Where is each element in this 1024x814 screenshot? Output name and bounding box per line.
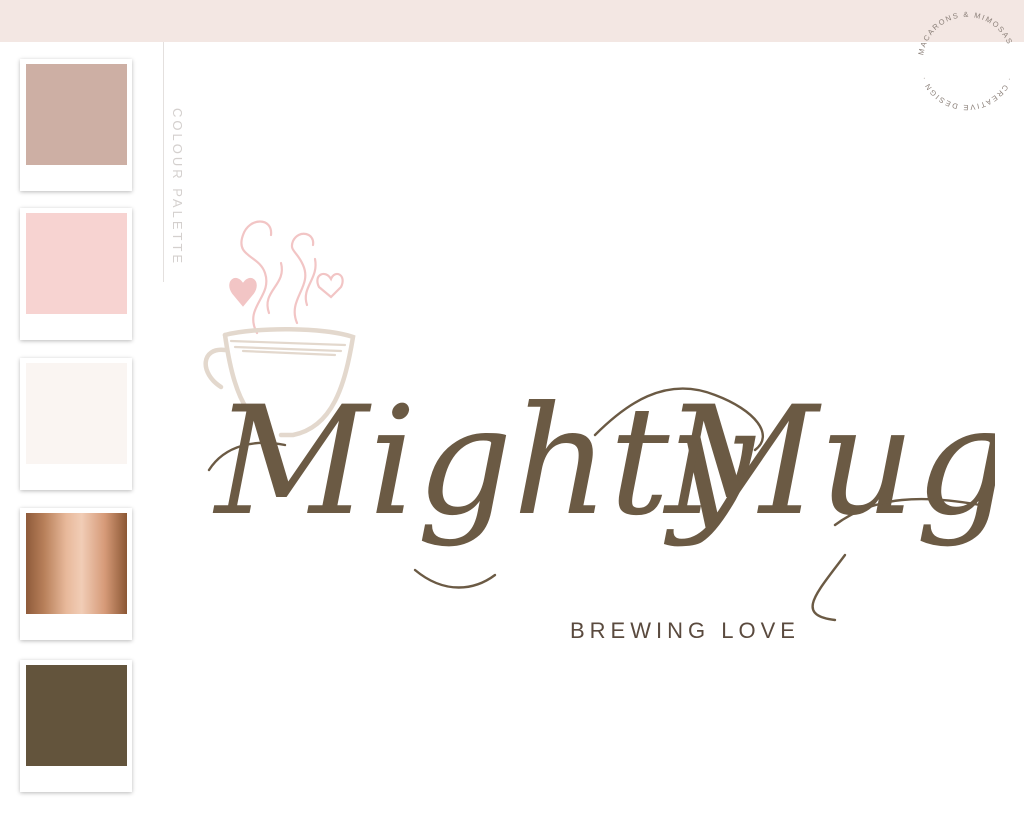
brand-tagline: BREWING LOVE: [570, 618, 800, 643]
swatch-ivory: [26, 363, 127, 464]
stamp-text-top: MACARONS & MIMOSAS: [916, 10, 1013, 56]
swatch-card-ivory: [20, 358, 132, 490]
swatch-blush-pink: [26, 213, 127, 314]
designer-stamp: MACARONS & MIMOSAS · CREATIVE DESIGN ·: [916, 10, 1015, 112]
palette-label: COLOUR PALETTE: [170, 108, 185, 267]
swatch-dusty-rose: [26, 64, 127, 165]
svg-text:· CREATIVE DESIGN ·: · CREATIVE DESIGN ·: [919, 74, 1015, 112]
swatch-card-mocha-brown: [20, 660, 132, 792]
svg-text:MACARONS & MIMOSAS: MACARONS & MIMOSAS: [916, 10, 1014, 56]
steam-icon: [229, 220, 344, 335]
brand-name-mug: Mug: [662, 375, 995, 549]
swatch-mocha-brown: [26, 665, 127, 766]
swatch-card-dusty-rose: [20, 59, 132, 191]
swatch-rose-gold: [26, 513, 127, 614]
swatch-card-rose-gold: [20, 508, 132, 640]
logo-artwork: Mighty Mug: [203, 220, 995, 622]
stamp-text-bottom: · CREATIVE DESIGN ·: [919, 74, 1013, 112]
swatch-card-blush-pink: [20, 208, 132, 340]
sidebar-divider: [163, 42, 164, 282]
top-banner: [0, 0, 1024, 42]
